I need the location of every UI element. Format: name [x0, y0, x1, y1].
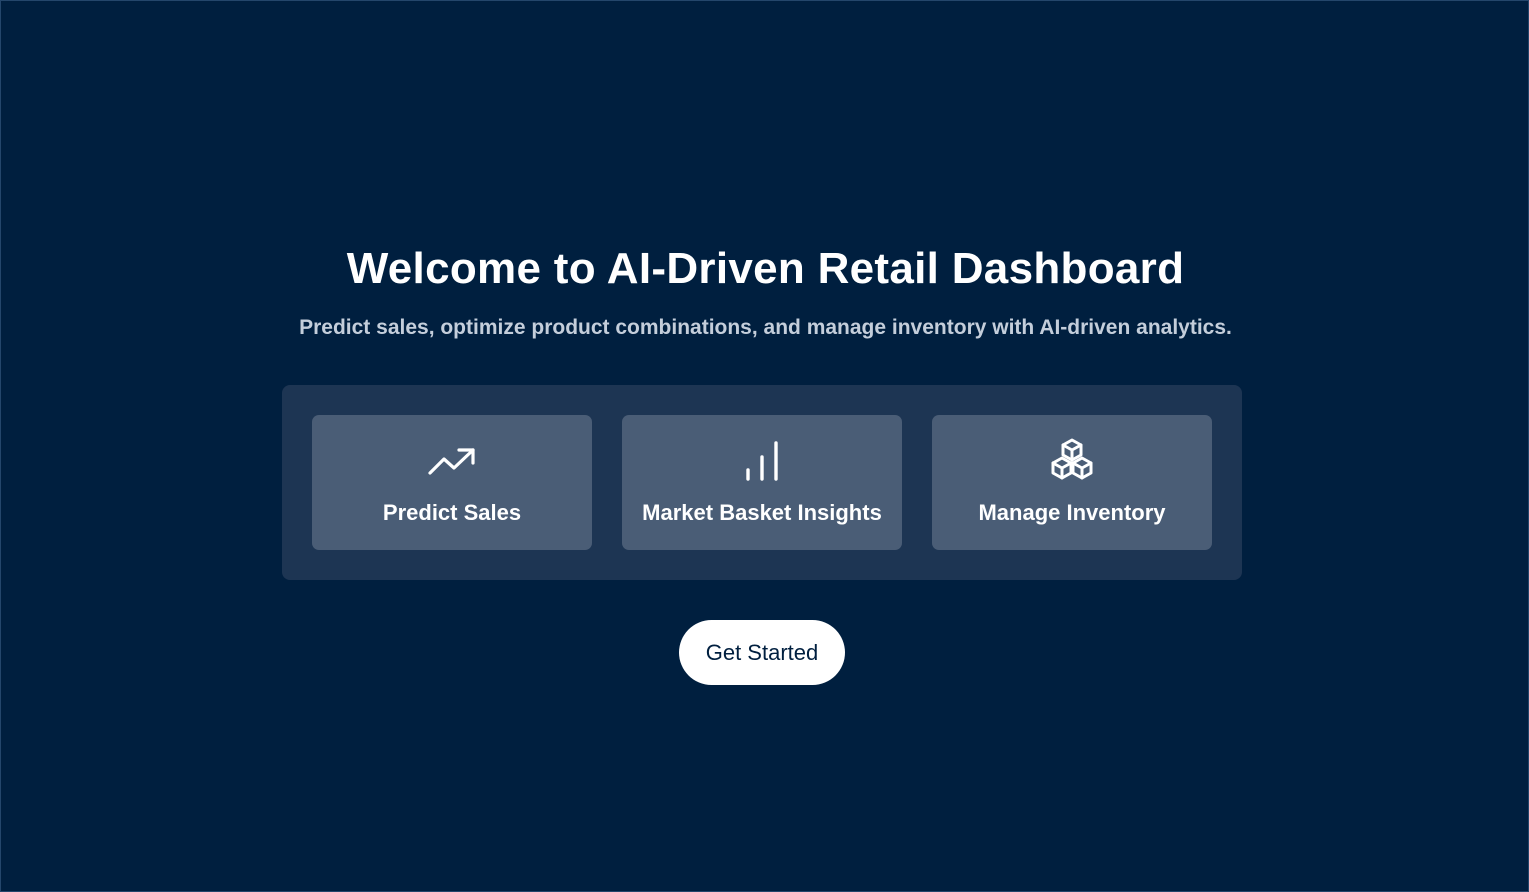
feature-label: Manage Inventory [978, 500, 1166, 525]
feature-card-market-basket[interactable]: Market Basket Insights [622, 415, 902, 550]
page-subtitle: Predict sales, optimize product combinat… [299, 316, 1232, 339]
landing-page: Welcome to AI-Driven Retail Dashboard Pr… [0, 0, 1529, 892]
feature-card-manage-inventory[interactable]: Manage Inventory [932, 415, 1212, 550]
features-panel: Predict Sales Market Basket Insights Man… [282, 385, 1242, 580]
feature-card-predict-sales[interactable]: Predict Sales [312, 415, 592, 550]
bar-chart-icon [736, 437, 788, 485]
get-started-button[interactable]: Get Started [679, 620, 845, 685]
page-title: Welcome to AI-Driven Retail Dashboard [346, 244, 1185, 293]
trending-up-icon [426, 437, 478, 485]
feature-label: Market Basket Insights [642, 500, 882, 525]
feature-label: Predict Sales [382, 500, 522, 525]
boxes-icon [1046, 437, 1098, 485]
